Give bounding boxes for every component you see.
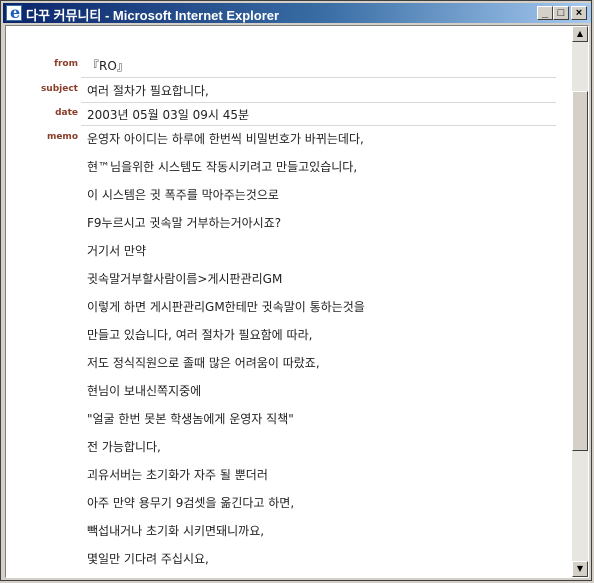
divider bbox=[81, 77, 556, 78]
page-content-area: from 『RO』 subject 여러 절차가 필요합니다, date 200… bbox=[5, 25, 589, 578]
subject-value: 여러 절차가 필요합니다, bbox=[87, 84, 209, 98]
memo-line: 거기서 만약 bbox=[87, 244, 147, 258]
memo-line: "얼굴 한번 못본 학생놈에게 운영자 직책" bbox=[87, 412, 294, 426]
internet-explorer-icon bbox=[6, 3, 22, 22]
memo-line: 이 시스템은 귓 폭주를 막아주는것으로 bbox=[87, 188, 279, 202]
memo-line: 귓속말거부할사람이름>게시판관리GM bbox=[87, 272, 283, 286]
memo-line: 괴유서버는 초기화가 자주 될 뿐더러 bbox=[87, 468, 268, 482]
memo-line: 이렇게 하면 게시판관리GM한테만 귓속말이 통하는것을 bbox=[87, 300, 365, 314]
memo-line: 현™님을위한 시스템도 작동시키려고 만들고있습니다, bbox=[87, 160, 358, 174]
maximize-button[interactable]: □ bbox=[553, 6, 569, 20]
from-value: 『RO』 bbox=[87, 59, 129, 73]
memo-label: memo bbox=[46, 132, 78, 142]
memo-line: 저도 정식직원으로 졸때 많은 어려움이 따랐죠, bbox=[87, 356, 320, 370]
scrollbar-thumb[interactable] bbox=[572, 91, 588, 451]
vertical-scrollbar[interactable]: ▲ ▼ bbox=[572, 26, 588, 577]
post-view: from 『RO』 subject 여러 절차가 필요합니다, date 200… bbox=[6, 26, 573, 577]
scroll-up-button[interactable]: ▲ bbox=[572, 26, 588, 42]
close-button[interactable]: × bbox=[571, 6, 587, 20]
divider bbox=[81, 102, 556, 103]
date-value: 2003년 05월 03일 09시 45분 bbox=[87, 108, 250, 122]
title-bar[interactable]: 다꾸 커뮤니티 - Microsoft Internet Explorer _ … bbox=[3, 3, 591, 23]
memo-line: 아주 만약 용무기 9검셋을 옮긴다고 하면, bbox=[87, 496, 295, 510]
window-title: 다꾸 커뮤니티 - Microsoft Internet Explorer bbox=[26, 8, 280, 23]
divider bbox=[81, 125, 556, 126]
memo-line: 운영자 아이디는 하루에 한번씩 비밀번호가 바뀌는데다, bbox=[87, 132, 364, 146]
browser-window: 다꾸 커뮤니티 - Microsoft Internet Explorer _ … bbox=[0, 0, 592, 581]
memo-line: 현님이 보내신쪽지중에 bbox=[87, 384, 202, 398]
memo-line: F9누르시고 귓속말 거부하는거아시죠? bbox=[87, 216, 282, 230]
from-label: from bbox=[54, 59, 78, 69]
minimize-button[interactable]: _ bbox=[537, 6, 553, 20]
scroll-down-button[interactable]: ▼ bbox=[572, 561, 588, 577]
memo-line: 만들고 있습니다, 여러 절차가 필요함에 따라, bbox=[87, 328, 313, 342]
memo-line: 빽섭내거나 초기화 시키면돼니까요, bbox=[87, 524, 265, 538]
date-label: date bbox=[55, 108, 78, 118]
subject-label: subject bbox=[40, 84, 78, 94]
memo-line: 전 가능합니다, bbox=[87, 440, 161, 454]
memo-line: 몇일만 기다려 주십시요, bbox=[87, 552, 209, 566]
